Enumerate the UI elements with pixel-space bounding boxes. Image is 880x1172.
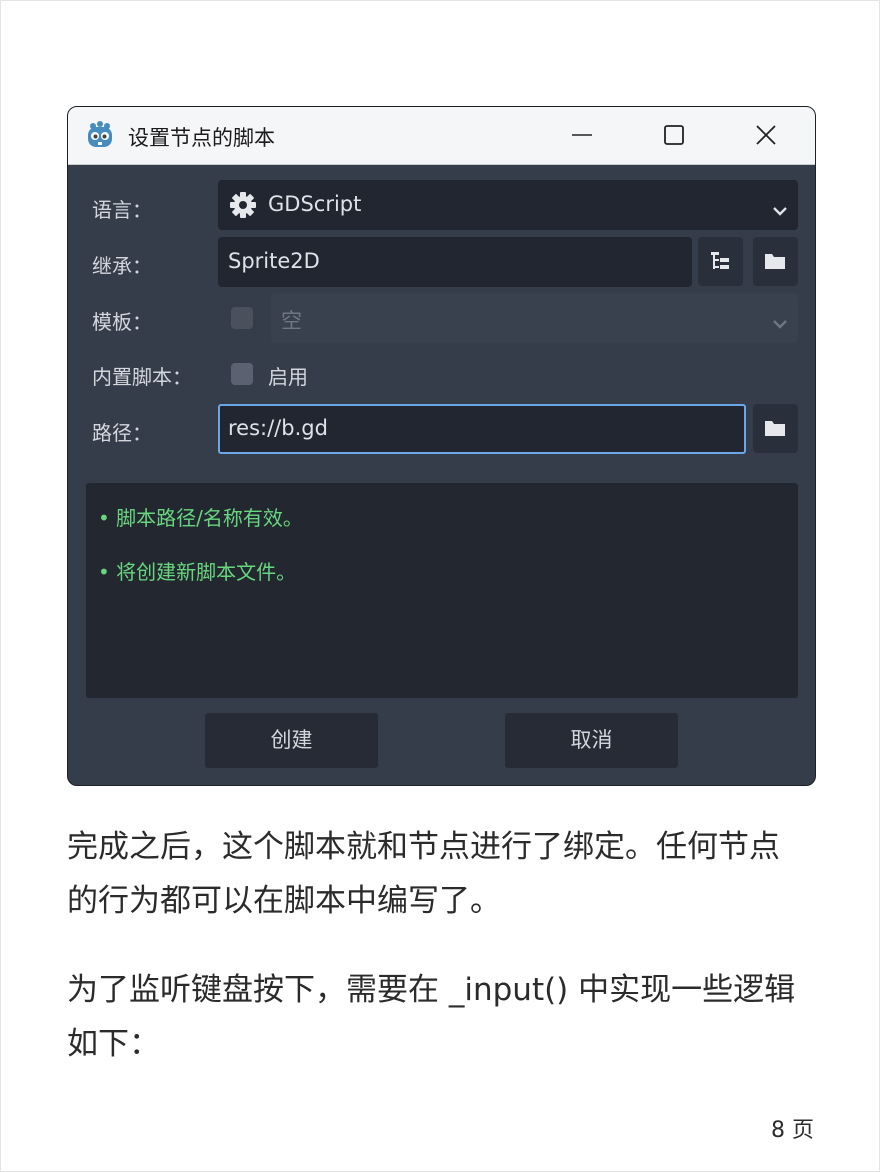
builtin-enable-label: 启用 bbox=[268, 365, 308, 389]
minimize-button[interactable] bbox=[538, 107, 628, 164]
minimize-icon bbox=[572, 134, 592, 136]
validation-messages: • 脚本路径/名称有效。 • 将创建新脚本文件。 bbox=[86, 483, 798, 698]
path-browse-button[interactable] bbox=[753, 404, 798, 453]
folder-icon bbox=[765, 254, 785, 269]
builtin-checkbox[interactable] bbox=[231, 363, 253, 385]
builtin-label: 内置脚本： bbox=[92, 365, 192, 389]
node-tree-icon bbox=[711, 252, 729, 269]
inherits-field[interactable]: Sprite2D bbox=[218, 237, 692, 287]
paragraph-1: 完成之后，这个脚本就和节点进行了绑定。任何节点 的行为都可以在脚本中编写了。 bbox=[67, 820, 827, 928]
browse-class-button[interactable] bbox=[698, 237, 743, 286]
paragraph-2-line-2: 如下： bbox=[67, 1026, 160, 1062]
inherits-value: Sprite2D bbox=[228, 249, 320, 273]
message-path-valid: • 脚本路径/名称有效。 bbox=[98, 506, 303, 530]
template-value: 空 bbox=[281, 309, 302, 333]
path-input[interactable]: res://b.gd bbox=[218, 404, 746, 454]
gear-icon bbox=[228, 190, 258, 225]
paragraph-1-line-2: 的行为都可以在脚本中编写了。 bbox=[67, 883, 501, 919]
godot-icon bbox=[85, 121, 115, 151]
chevron-down-icon bbox=[772, 198, 788, 222]
path-label: 路径： bbox=[92, 421, 152, 445]
chevron-down-icon bbox=[772, 311, 788, 335]
paragraph-2: 为了监听键盘按下，需要在 _input() 中实现一些逻辑 如下： bbox=[67, 963, 827, 1071]
paragraph-2-line-1: 为了监听键盘按下，需要在 _input() 中实现一些逻辑 bbox=[67, 972, 796, 1008]
create-button[interactable]: 创建 bbox=[205, 713, 378, 768]
close-button[interactable] bbox=[722, 107, 812, 164]
folder-icon bbox=[765, 421, 785, 436]
template-select[interactable]: 空 bbox=[271, 293, 798, 343]
message-new-file: • 将创建新脚本文件。 bbox=[98, 560, 297, 584]
title-bar: 设置节点的脚本 bbox=[68, 107, 815, 165]
close-icon bbox=[756, 125, 776, 145]
language-select[interactable]: GDScript bbox=[218, 180, 798, 230]
template-checkbox[interactable] bbox=[231, 307, 253, 329]
path-value: res://b.gd bbox=[228, 416, 328, 440]
window-title: 设置节点的脚本 bbox=[128, 126, 275, 150]
inherits-label: 继承： bbox=[92, 254, 152, 278]
maximize-button[interactable] bbox=[630, 107, 720, 164]
maximize-icon bbox=[664, 125, 684, 145]
page-number: 8 页 bbox=[771, 1118, 814, 1143]
browse-file-button[interactable] bbox=[753, 237, 798, 286]
cancel-button[interactable]: 取消 bbox=[505, 713, 678, 768]
paragraph-1-line-1: 完成之后，这个脚本就和节点进行了绑定。任何节点 bbox=[67, 829, 780, 865]
set-script-dialog: 设置节点的脚本 语言： GDScript 继承： Sprite2D 模板： 空 … bbox=[67, 106, 816, 786]
language-label: 语言： bbox=[92, 198, 152, 222]
language-value: GDScript bbox=[268, 192, 362, 216]
template-label: 模板： bbox=[92, 310, 152, 334]
